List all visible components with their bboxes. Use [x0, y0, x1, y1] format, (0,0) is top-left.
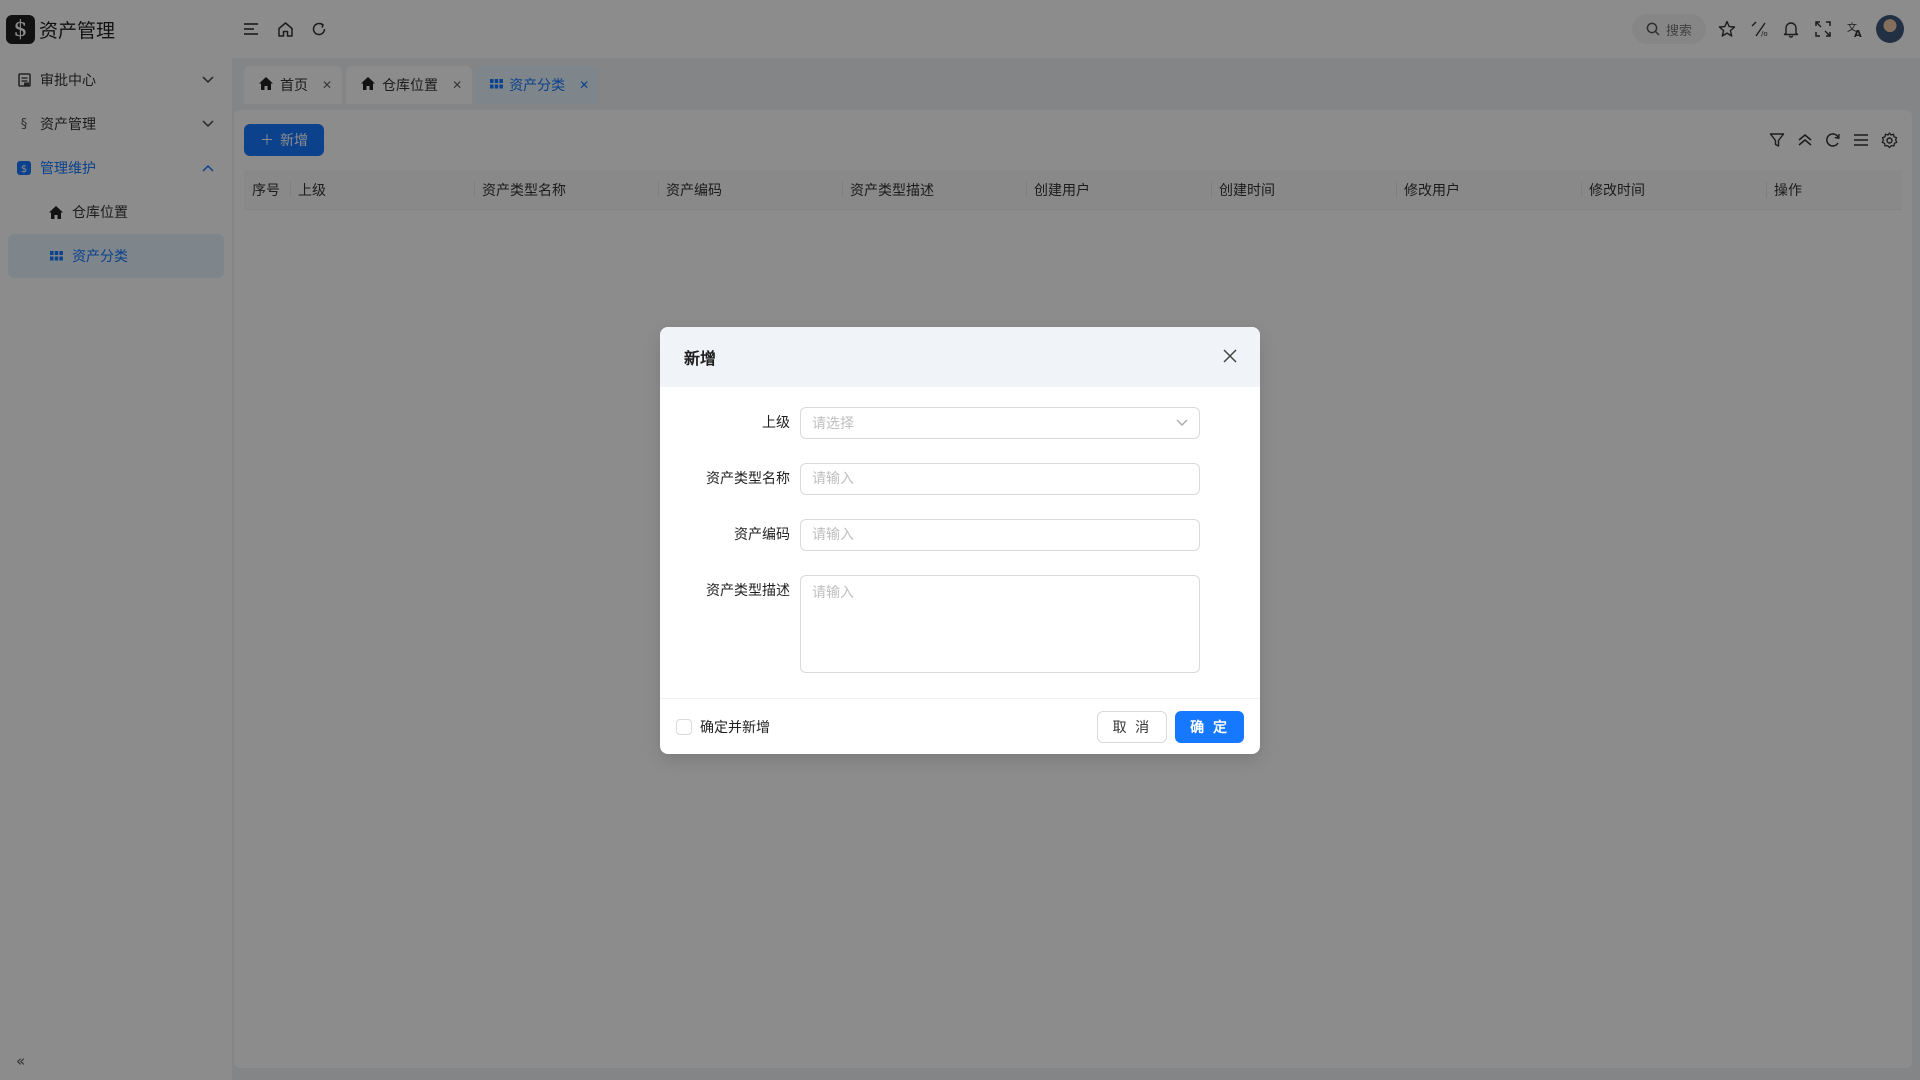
form-row-parent: 上级 请选择 [660, 407, 1210, 439]
confirm-and-add-checkbox[interactable] [676, 718, 692, 735]
cancel-button[interactable]: 取 消 [1096, 710, 1168, 743]
ok-button[interactable]: 确 定 [1175, 710, 1244, 743]
parent-select-placeholder: 请选择 [812, 416, 854, 432]
dialog-footer: 确定并新增 取 消 确 定 [660, 698, 1260, 754]
add-dialog: 新增 上级 请选择 资产类型名称 资产编码 资产类型描述 [660, 327, 1260, 754]
chevron-down-icon [1176, 416, 1188, 430]
type-name-label: 资产类型名称 [706, 471, 790, 487]
description-textarea[interactable] [800, 575, 1200, 673]
code-label: 资产编码 [734, 527, 790, 543]
dialog-body: 上级 请选择 资产类型名称 资产编码 资产类型描述 [660, 387, 1260, 673]
type-name-input[interactable] [800, 463, 1200, 495]
form-row-code: 资产编码 [660, 519, 1210, 551]
description-label: 资产类型描述 [706, 583, 790, 599]
dialog-title: 新增 [684, 349, 717, 368]
form-row-type-name: 资产类型名称 [660, 463, 1210, 495]
code-input[interactable] [800, 519, 1200, 551]
confirm-and-add-label[interactable]: 确定并新增 [700, 717, 770, 737]
form-row-description: 资产类型描述 [660, 575, 1210, 673]
parent-label: 上级 [762, 415, 790, 431]
dialog-header: 新增 [660, 327, 1260, 387]
close-icon[interactable] [1222, 347, 1238, 367]
parent-select[interactable]: 请选择 [800, 407, 1200, 439]
